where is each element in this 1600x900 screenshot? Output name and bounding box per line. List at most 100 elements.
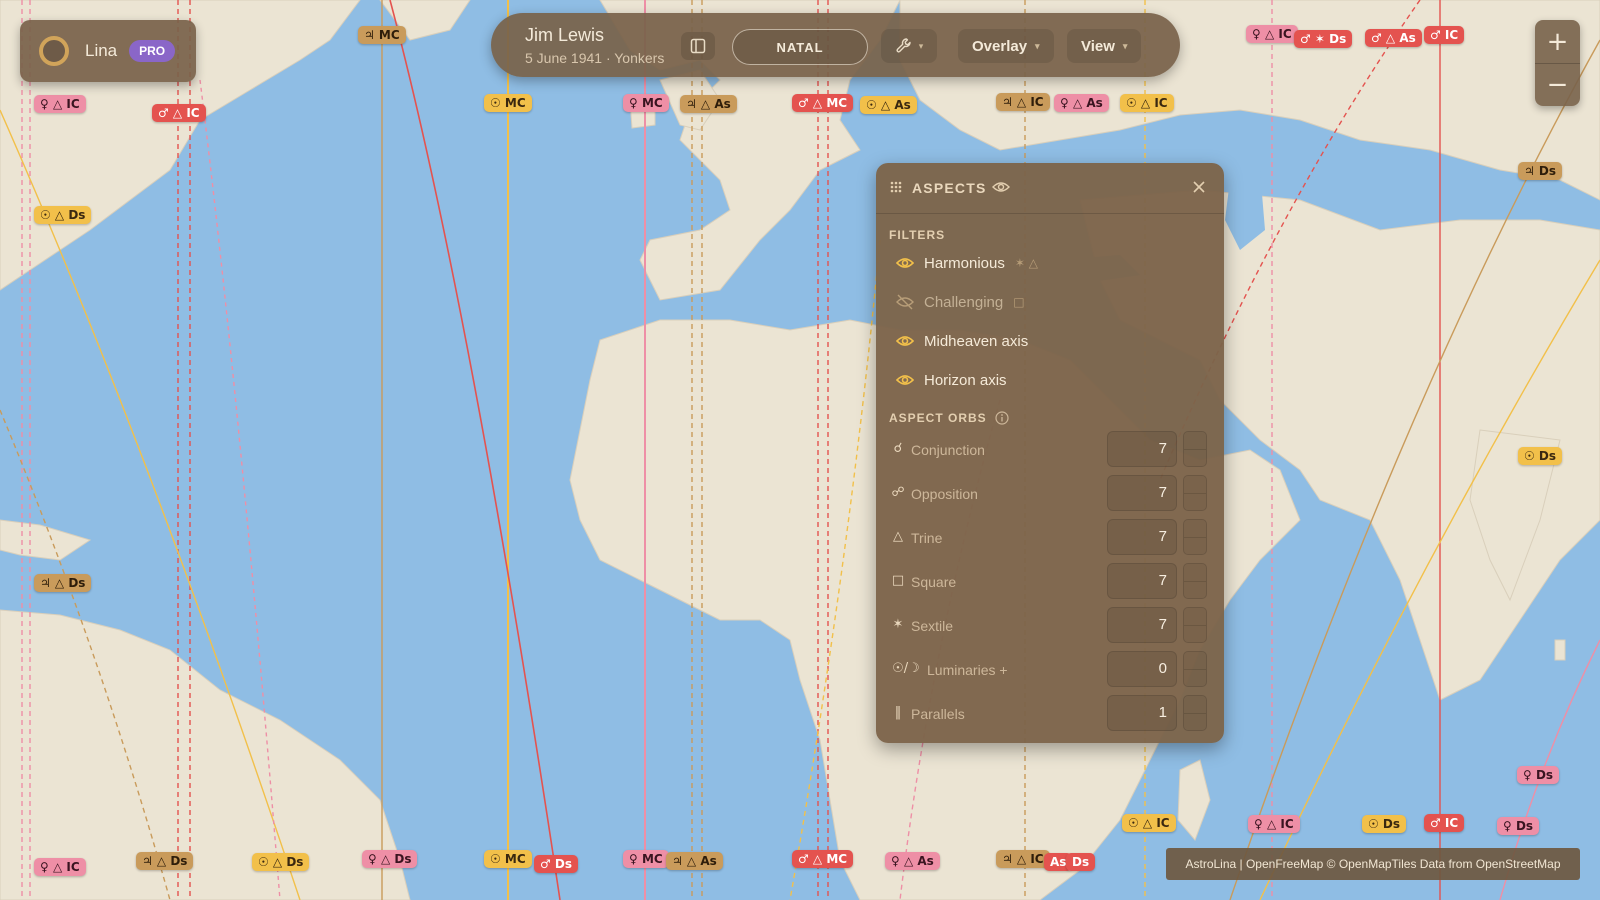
orb-value-input[interactable]: 7 [1107, 607, 1177, 643]
map-label[interactable]: ♃ △ Ds [34, 574, 92, 592]
map-label[interactable]: ♂ IC [1424, 26, 1465, 44]
close-icon[interactable] [1192, 180, 1206, 194]
stepper-up-button[interactable] [1184, 652, 1206, 670]
info-icon[interactable] [995, 411, 1009, 425]
plan-badge: PRO [129, 40, 176, 62]
map-label[interactable]: ♂ △ MC [792, 94, 854, 112]
eye-icon [896, 336, 914, 346]
map-label[interactable]: ♃ △ IC [996, 850, 1050, 868]
map-label[interactable]: ♀ MC [623, 94, 669, 112]
map-label[interactable]: ♂ △ MC [792, 850, 854, 868]
map-label[interactable]: ♂ △ IC [152, 104, 206, 122]
stepper-down-button[interactable] [1184, 669, 1206, 686]
stepper-down-button[interactable] [1184, 581, 1206, 598]
orb-value-input[interactable]: 7 [1107, 563, 1177, 599]
map-label[interactable]: ♀ △ IC [1246, 25, 1298, 43]
map-label[interactable]: ♀ Ds [1517, 766, 1560, 784]
orb-name: Trine [911, 530, 943, 546]
map-canvas[interactable] [0, 0, 1600, 900]
conjunction-icon: ☌ [893, 441, 903, 456]
map-label[interactable]: ♂ ✶ Ds [1294, 30, 1353, 48]
map-label[interactable]: ☉ △ As [860, 96, 917, 114]
stepper-up-button[interactable] [1184, 696, 1206, 714]
stepper-down-button[interactable] [1184, 537, 1206, 554]
user-badge[interactable]: Lina PRO [20, 20, 196, 82]
filter-midheaven-axis[interactable]: Midheaven axis [896, 328, 1028, 354]
orb-row-sextile: ✶ Sextile 7 [889, 607, 1211, 645]
map-attribution[interactable]: AstroLina | OpenFreeMap © OpenMapTiles D… [1166, 848, 1580, 880]
filters-heading: FILTERS [889, 228, 946, 242]
orb-row-conjunction: ☌ Conjunction 7 [889, 431, 1211, 469]
panel-header[interactable]: ASPECTS [876, 163, 1224, 214]
orb-stepper[interactable] [1183, 695, 1207, 731]
map-label[interactable]: ☉ Ds [1362, 815, 1407, 833]
map-label[interactable]: ♃ Ds [1518, 162, 1563, 180]
map-label[interactable]: ♀ △ Ds [362, 850, 418, 868]
map-label[interactable]: ☉ △ Ds [252, 853, 310, 871]
orb-stepper[interactable] [1183, 431, 1207, 467]
avatar[interactable] [39, 36, 69, 66]
stepper-down-button[interactable] [1184, 713, 1206, 730]
map-label[interactable]: ♀ △ IC [34, 95, 86, 113]
map-label[interactable]: ♂ Ds [534, 855, 579, 873]
stepper-up-button[interactable] [1184, 476, 1206, 494]
map-label[interactable]: ♃ △ IC [996, 93, 1050, 111]
map-label[interactable]: ♂ △ As [1365, 29, 1422, 47]
map-label[interactable]: ♃ △ Ds [136, 852, 194, 870]
orb-stepper[interactable] [1183, 563, 1207, 599]
map-label[interactable]: ♂ IC [1424, 814, 1465, 832]
map-label[interactable]: ♀ MC [623, 850, 669, 868]
map-label[interactable]: ♃ △ As [680, 95, 737, 113]
map-label[interactable]: ☉ MC [484, 94, 532, 112]
stepper-up-button[interactable] [1184, 520, 1206, 538]
map-label[interactable]: ♀ Ds [1497, 817, 1540, 835]
filter-horizon-axis[interactable]: Horizon axis [896, 367, 1007, 393]
orb-stepper[interactable] [1183, 607, 1207, 643]
overlay-button[interactable]: Overlay ▾ [958, 29, 1054, 63]
map-label[interactable]: Ds [1066, 853, 1096, 871]
chart-mode-button[interactable]: NATAL [732, 29, 868, 65]
stepper-up-button[interactable] [1184, 564, 1206, 582]
zoom-in-button[interactable]: + [1535, 20, 1580, 64]
view-label: View [1081, 37, 1115, 55]
view-button[interactable]: View ▾ [1067, 29, 1142, 63]
orb-value-input[interactable]: 7 [1107, 475, 1177, 511]
orb-value-input[interactable]: 0 [1107, 651, 1177, 687]
map-label[interactable]: ♀ △ As [1054, 94, 1109, 112]
eye-icon[interactable] [992, 179, 1010, 195]
drag-handle-icon[interactable] [889, 180, 903, 194]
chart-name[interactable]: Jim Lewis [525, 25, 604, 46]
chart-meta: 5 June 1941 · Yonkers [525, 50, 665, 66]
map-label[interactable]: ♀ △ IC [1248, 815, 1300, 833]
orb-stepper[interactable] [1183, 519, 1207, 555]
parallels-icon: ‖ [894, 705, 902, 720]
map-label[interactable]: ♀ △ As [885, 852, 940, 870]
map-label[interactable]: ☉ △ IC [1122, 814, 1176, 832]
filter-harmonious[interactable]: Harmonious ✶ △ [896, 250, 1038, 276]
map-label[interactable]: ☉ △ Ds [34, 206, 92, 224]
orb-value-input[interactable]: 1 [1107, 695, 1177, 731]
map-label[interactable]: ☉ MC [484, 850, 532, 868]
zoom-out-button[interactable]: − [1535, 63, 1580, 106]
eye-off-icon [896, 294, 914, 310]
stepper-up-button[interactable] [1184, 608, 1206, 626]
stepper-down-button[interactable] [1184, 493, 1206, 510]
orb-stepper[interactable] [1183, 651, 1207, 687]
stepper-down-button[interactable] [1184, 625, 1206, 642]
sidebar-toggle-button[interactable] [681, 32, 715, 60]
chevron-down-icon: ▾ [918, 40, 924, 51]
map-label[interactable]: ☉ Ds [1518, 447, 1563, 465]
tools-button[interactable]: ▾ [881, 29, 937, 63]
filter-symbols: □ [1013, 295, 1025, 309]
map-label[interactable]: ♃ MC [358, 26, 406, 44]
orb-stepper[interactable] [1183, 475, 1207, 511]
orb-value-input[interactable]: 7 [1107, 519, 1177, 555]
stepper-up-button[interactable] [1184, 432, 1206, 450]
filter-label: Challenging [924, 293, 1004, 311]
stepper-down-button[interactable] [1184, 449, 1206, 466]
map-label[interactable]: ♃ △ As [666, 852, 723, 870]
filter-challenging[interactable]: Challenging □ [896, 289, 1025, 315]
map-label[interactable]: ♀ △ IC [34, 858, 86, 876]
map-label[interactable]: ☉ △ IC [1120, 94, 1174, 112]
orb-value-input[interactable]: 7 [1107, 431, 1177, 467]
